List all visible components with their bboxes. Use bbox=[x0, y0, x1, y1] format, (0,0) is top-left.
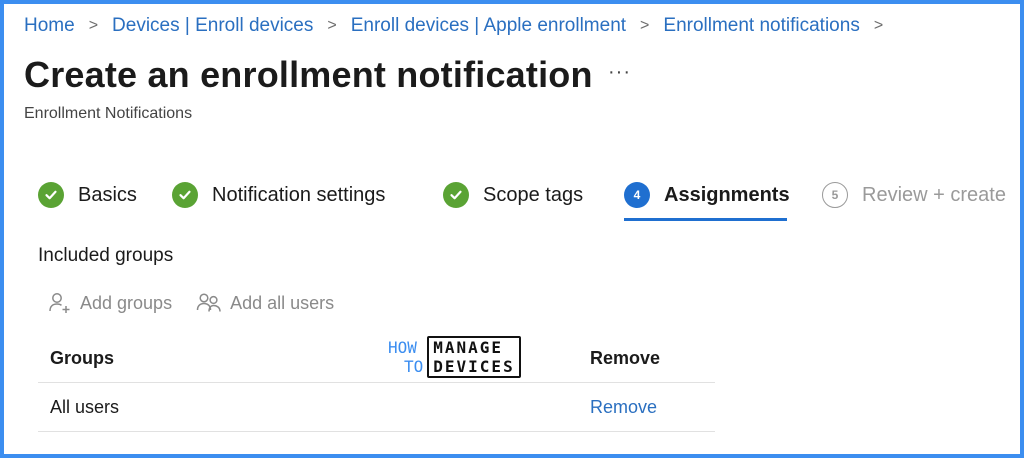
step-label: Assignments bbox=[664, 183, 790, 206]
add-groups-label: Add groups bbox=[80, 292, 173, 313]
watermark-right: MANAGE DEVICES bbox=[427, 336, 521, 378]
page-title: Create an enrollment notification bbox=[24, 54, 593, 95]
add-user-icon bbox=[49, 293, 70, 313]
column-header-groups[interactable]: Groups bbox=[50, 348, 114, 369]
included-groups-title: Included groups bbox=[38, 245, 174, 266]
watermark-logo: HOW TO MANAGE DEVICES bbox=[388, 336, 521, 378]
add-all-users-button[interactable]: Add all users bbox=[196, 291, 334, 315]
step-review-create[interactable]: 5 Review + create bbox=[822, 182, 1006, 208]
breadcrumb-separator: > bbox=[88, 17, 99, 34]
watermark-left: HOW TO bbox=[388, 338, 423, 376]
add-groups-button[interactable]: Add groups bbox=[48, 291, 172, 315]
add-all-users-label: Add all users bbox=[230, 292, 335, 313]
step-label: Notification settings bbox=[212, 183, 386, 206]
users-icon bbox=[196, 293, 221, 312]
assignment-toolbar: Add groups Add all users bbox=[48, 291, 358, 315]
step-scope-tags[interactable]: Scope tags bbox=[443, 182, 583, 208]
checkmark-icon bbox=[172, 182, 198, 208]
checkmark-icon bbox=[38, 182, 64, 208]
step-label: Scope tags bbox=[483, 183, 584, 206]
breadcrumb-separator: > bbox=[873, 17, 884, 34]
active-step-underline bbox=[624, 218, 787, 221]
watermark-how: HOW bbox=[388, 338, 417, 357]
breadcrumb-apple-enrollment[interactable]: Enroll devices | Apple enrollment bbox=[351, 15, 626, 37]
breadcrumb-enroll-devices[interactable]: Devices | Enroll devices bbox=[112, 15, 313, 37]
screenshot-frame: Home > Devices | Enroll devices > Enroll… bbox=[0, 0, 1024, 458]
watermark-manage: MANAGE bbox=[433, 338, 504, 357]
watermark-devices: DEVICES bbox=[433, 357, 515, 376]
step-notification-settings[interactable]: Notification settings bbox=[172, 182, 385, 208]
breadcrumb-enrollment-notifications[interactable]: Enrollment notifications bbox=[663, 15, 859, 37]
step-basics[interactable]: Basics bbox=[38, 182, 137, 208]
column-header-remove: Remove bbox=[590, 348, 661, 368]
breadcrumb-separator: > bbox=[327, 17, 337, 34]
step-number-badge: 4 bbox=[624, 182, 650, 208]
watermark-to: TO bbox=[404, 357, 424, 376]
step-assignments[interactable]: 4 Assignments bbox=[624, 182, 790, 208]
step-number-badge: 5 bbox=[822, 182, 848, 208]
breadcrumb-separator: > bbox=[640, 17, 650, 34]
checkmark-icon bbox=[443, 182, 469, 208]
table-row: All users Remove bbox=[38, 383, 715, 432]
remove-link[interactable]: Remove bbox=[590, 397, 657, 418]
table-header-row: Groups Remove bbox=[38, 334, 715, 383]
breadcrumb: Home > Devices | Enroll devices > Enroll… bbox=[24, 15, 897, 37]
step-label: Basics bbox=[78, 183, 137, 206]
groups-table: Groups Remove All users Remove bbox=[38, 334, 715, 432]
step-label: Review + create bbox=[862, 183, 1006, 206]
page-subtitle: Enrollment Notifications bbox=[24, 105, 193, 122]
breadcrumb-home[interactable]: Home bbox=[24, 15, 75, 37]
group-name-cell: All users bbox=[50, 397, 120, 417]
more-options-icon[interactable]: ··· bbox=[608, 61, 631, 84]
